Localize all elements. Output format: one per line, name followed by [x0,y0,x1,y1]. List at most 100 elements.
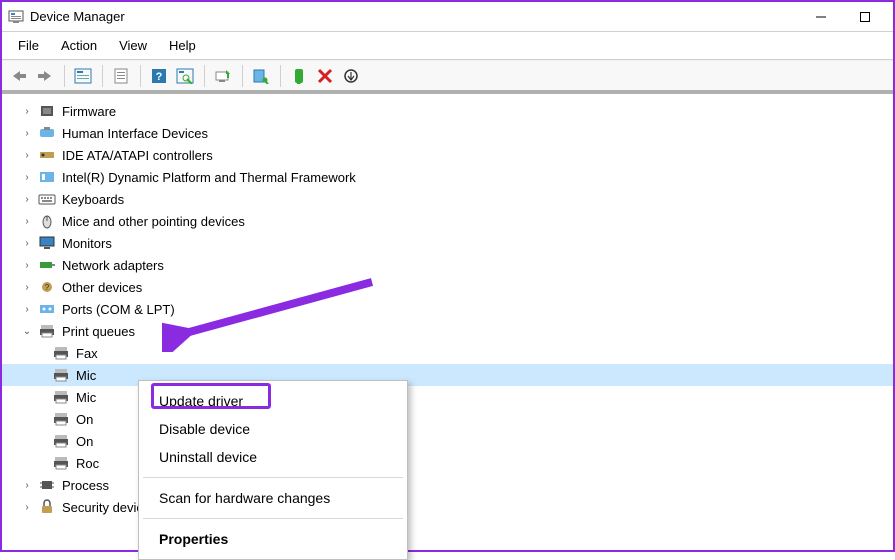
security-icon [38,499,56,515]
tree-node-label: Other devices [60,280,142,295]
printer-icon [52,455,70,471]
tree-node-label: Human Interface Devices [60,126,208,141]
help-button[interactable]: ? [146,63,172,89]
printer-icon [38,323,56,339]
chip-icon [38,103,56,119]
tree-node[interactable]: › Ports (COM & LPT) [2,298,893,320]
mouse-icon [38,213,56,229]
menu-view[interactable]: View [109,34,157,57]
tree-node-label: Fax [74,346,98,361]
context-menu-item[interactable]: Properties [139,525,407,553]
ide-icon [38,147,56,163]
printer-icon [52,345,70,361]
tree-node-label: Roc [74,456,99,471]
tree-child-node[interactable]: Fax [2,342,893,364]
forward-button[interactable] [32,63,58,89]
context-menu-item[interactable]: Update driver [139,387,407,415]
printer-icon [52,389,70,405]
svg-text:?: ? [45,283,50,292]
update-driver-button[interactable] [210,63,236,89]
expander-icon[interactable]: › [20,216,34,227]
menu-help[interactable]: Help [159,34,206,57]
tree-node[interactable]: › Firmware [2,100,893,122]
tree-node-label: Keyboards [60,192,124,207]
tree-node-label: Process [60,478,109,493]
menubar: File Action View Help [2,32,893,60]
hid-icon [38,125,56,141]
tree-node-label: Ports (COM & LPT) [60,302,175,317]
context-menu-item[interactable]: Uninstall device [139,443,407,471]
other-icon: ? [38,279,56,295]
toolbar: ? [2,60,893,92]
menu-action[interactable]: Action [51,34,107,57]
tree-node-label: On [74,434,93,449]
enable-button[interactable] [286,63,312,89]
titlebar: Device Manager [2,2,893,32]
window-title: Device Manager [30,9,125,24]
monitor-icon [38,235,56,251]
minimize-button[interactable] [799,3,843,31]
expander-icon[interactable]: › [20,502,34,513]
tree-child-node[interactable]: Mic [2,364,893,386]
tree-node-label: Network adapters [60,258,164,273]
scan-button[interactable] [172,63,198,89]
tree-node[interactable]: › Human Interface Devices [2,122,893,144]
maximize-button[interactable] [843,3,887,31]
show-hide-tree-button[interactable] [70,63,96,89]
back-button[interactable] [6,63,32,89]
tree-node[interactable]: › Process [2,474,893,496]
printer-icon [52,367,70,383]
tree-node-label: IDE ATA/ATAPI controllers [60,148,213,163]
context-menu-separator [143,477,403,478]
tree-node-label: Monitors [60,236,112,251]
properties-button[interactable] [108,63,134,89]
expander-icon[interactable]: › [20,194,34,205]
app-icon [8,9,24,25]
printer-icon [52,433,70,449]
expander-icon[interactable]: ⌄ [20,326,34,337]
tree-node[interactable]: › Network adapters [2,254,893,276]
printer-icon [52,411,70,427]
context-menu-item[interactable]: Disable device [139,415,407,443]
tree-node[interactable]: › ? Other devices [2,276,893,298]
tree-node-label: Mice and other pointing devices [60,214,245,229]
tree-node[interactable]: › IDE ATA/ATAPI controllers [2,144,893,166]
tree-child-node[interactable]: Mic [2,386,893,408]
tree-node[interactable]: › Security devices [2,496,893,518]
disable-button[interactable] [312,63,338,89]
tree-child-node[interactable]: On [2,430,893,452]
tree-node[interactable]: › Intel(R) Dynamic Platform and Thermal … [2,166,893,188]
tree-node-label: On [74,412,93,427]
context-menu: Update driverDisable deviceUninstall dev… [138,380,408,560]
expander-icon[interactable]: › [20,282,34,293]
expander-icon[interactable]: › [20,304,34,315]
expander-icon[interactable]: › [20,150,34,161]
ports-icon [38,301,56,317]
tree-node-label: Print queues [60,324,135,339]
tree-node-label: Mic [74,368,96,383]
tree-node[interactable]: › Mice and other pointing devices [2,210,893,232]
context-menu-item[interactable]: Scan for hardware changes [139,484,407,512]
tree-node[interactable]: › Monitors [2,232,893,254]
expander-icon[interactable]: › [20,106,34,117]
device-tree[interactable]: › Firmware › Human Interface Devices › I… [2,92,893,550]
expander-icon[interactable]: › [20,172,34,183]
network-icon [38,257,56,273]
tree-node[interactable]: ⌄ Print queues [2,320,893,342]
cpu-icon [38,477,56,493]
uninstall-button[interactable] [248,63,274,89]
tree-node-label: Mic [74,390,96,405]
expander-icon[interactable]: › [20,128,34,139]
tree-node-label: Firmware [60,104,116,119]
tree-child-node[interactable]: On [2,408,893,430]
expander-icon[interactable]: › [20,260,34,271]
power-button[interactable] [338,63,364,89]
menu-file[interactable]: File [8,34,49,57]
tree-node[interactable]: › Keyboards [2,188,893,210]
tree-node-label: Intel(R) Dynamic Platform and Thermal Fr… [60,170,356,185]
svg-text:?: ? [156,71,163,83]
tree-child-node[interactable]: Roc [2,452,893,474]
expander-icon[interactable]: › [20,238,34,249]
context-menu-separator [143,518,403,519]
expander-icon[interactable]: › [20,480,34,491]
